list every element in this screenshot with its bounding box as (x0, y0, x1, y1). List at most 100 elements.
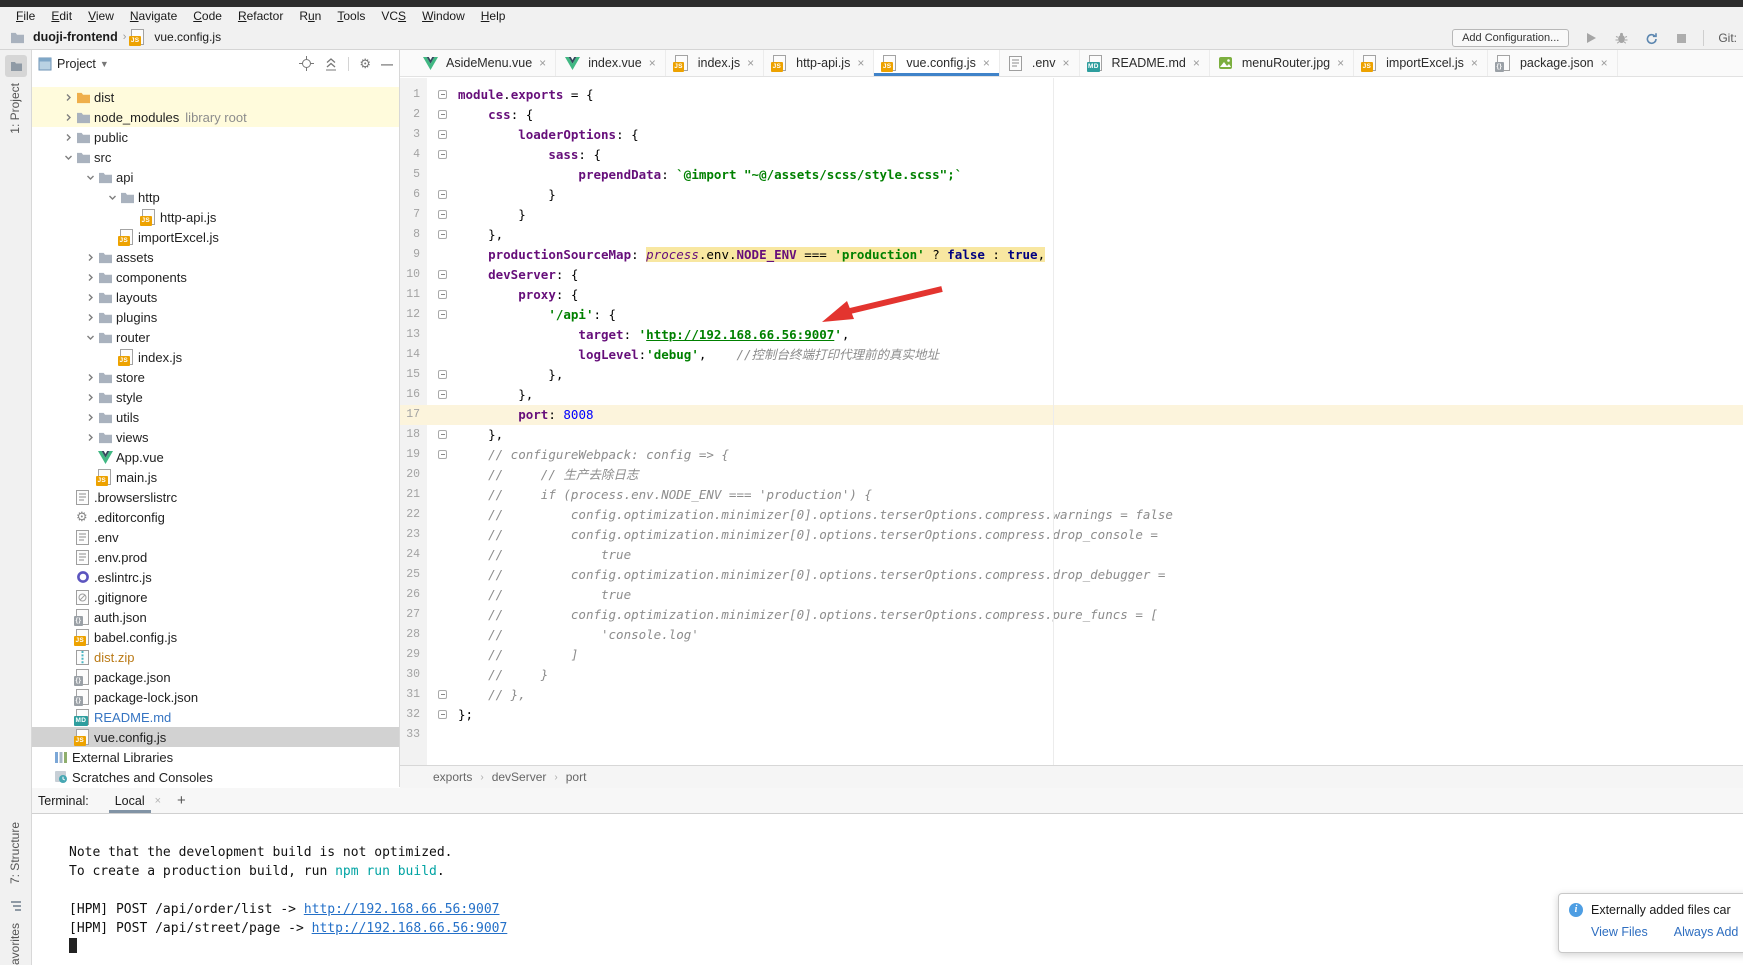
chevron-expanded-icon[interactable] (60, 152, 76, 163)
fold-marker-icon[interactable] (438, 310, 447, 319)
run-icon[interactable] (1583, 30, 1599, 46)
terminal-tab-close-icon[interactable]: × (155, 795, 161, 807)
fold-marker-icon[interactable] (438, 90, 447, 99)
terminal-tab-local[interactable]: Local (113, 788, 149, 813)
terminal-link[interactable]: http://192.168.66.56:9007 (304, 902, 500, 917)
chevron-expanded-icon[interactable] (82, 172, 98, 183)
code-line-22[interactable]: 22 // config.optimization.minimizer[0].o… (400, 505, 1743, 525)
tree-item-api[interactable]: api (32, 167, 399, 187)
fold-marker-icon[interactable] (438, 370, 447, 379)
fold-marker-icon[interactable] (438, 110, 447, 119)
chevron-collapsed-icon[interactable] (82, 312, 98, 323)
panel-title[interactable]: Project (57, 57, 96, 71)
chevron-collapsed-icon[interactable] (82, 392, 98, 403)
tree-item-scratches-and-consoles[interactable]: Scratches and Consoles (32, 767, 399, 787)
code-line-17[interactable]: 17 port: 8008 (400, 405, 1743, 425)
fold-marker-icon[interactable] (438, 450, 447, 459)
editor-tab-vue-config-js[interactable]: JSvue.config.js× (874, 50, 1000, 76)
chevron-collapsed-icon[interactable] (60, 112, 76, 123)
tree-item-package-lock-json[interactable]: {}package-lock.json (32, 687, 399, 707)
tree-item-auth-json[interactable]: {}auth.json (32, 607, 399, 627)
code-line-32[interactable]: 32}; (400, 705, 1743, 725)
git-branch-widget[interactable]: Git: (1718, 31, 1737, 45)
menu-navigate[interactable]: Navigate (122, 7, 185, 26)
menu-code[interactable]: Code (185, 7, 230, 26)
tree-item-index-js[interactable]: JSindex.js (32, 347, 399, 367)
close-tab-icon[interactable]: × (649, 56, 656, 70)
tree-item-readme-md[interactable]: MDREADME.md (32, 707, 399, 727)
chevron-collapsed-icon[interactable] (60, 92, 76, 103)
tree-item-http-api-js[interactable]: JShttp-api.js (32, 207, 399, 227)
tree-item-main-js[interactable]: JSmain.js (32, 467, 399, 487)
chevron-expanded-icon[interactable] (82, 332, 98, 343)
notification-action-always-add[interactable]: Always Add (1674, 925, 1739, 939)
tree-item-store[interactable]: store (32, 367, 399, 387)
code-line-4[interactable]: 4 sass: { (400, 145, 1743, 165)
chevron-down-icon[interactable]: ▼ (100, 59, 109, 69)
code-line-3[interactable]: 3 loaderOptions: { (400, 125, 1743, 145)
code-line-10[interactable]: 10 devServer: { (400, 265, 1743, 285)
tree-item-gitignore[interactable]: .gitignore (32, 587, 399, 607)
code-line-29[interactable]: 29 // ] (400, 645, 1743, 665)
code-line-27[interactable]: 27 // config.optimization.minimizer[0].o… (400, 605, 1743, 625)
menu-refactor[interactable]: Refactor (230, 7, 291, 26)
structure-tool-icon[interactable] (5, 895, 27, 917)
close-tab-icon[interactable]: × (539, 56, 546, 70)
menu-view[interactable]: View (80, 7, 122, 26)
editor-tab-importexcel-js[interactable]: JSimportExcel.js× (1354, 50, 1488, 76)
code-line-9[interactable]: 9 productionSourceMap: process.env.NODE_… (400, 245, 1743, 265)
chevron-collapsed-icon[interactable] (82, 432, 98, 443)
stripe-label-structure[interactable]: 7: Structure (8, 822, 22, 884)
code-line-2[interactable]: 2 css: { (400, 105, 1743, 125)
code-line-6[interactable]: 6 } (400, 185, 1743, 205)
tree-item-layouts[interactable]: layouts (32, 287, 399, 307)
breadcrumb-project[interactable]: duoji-frontend (33, 30, 118, 44)
chevron-expanded-icon[interactable] (104, 192, 120, 203)
close-tab-icon[interactable]: × (857, 56, 864, 70)
code-line-12[interactable]: 12 '/api': { (400, 305, 1743, 325)
tree-item-eslintrc-js[interactable]: .eslintrc.js (32, 567, 399, 587)
tree-item-babel-config-js[interactable]: JSbabel.config.js (32, 627, 399, 647)
breadcrumb-file[interactable]: vue.config.js (154, 30, 221, 44)
close-tab-icon[interactable]: × (983, 56, 990, 70)
menu-run[interactable]: Run (291, 7, 329, 26)
terminal-link[interactable]: http://192.168.66.56:9007 (312, 921, 508, 936)
code-line-23[interactable]: 23 // config.optimization.minimizer[0].o… (400, 525, 1743, 545)
code-line-19[interactable]: 19 // configureWebpack: config => { (400, 445, 1743, 465)
tree-item-node-modules[interactable]: node_moduleslibrary root (32, 107, 399, 127)
locate-file-icon[interactable] (299, 56, 314, 71)
stripe-label-project[interactable]: 1: Project (8, 83, 22, 134)
tree-item-app-vue[interactable]: App.vue (32, 447, 399, 467)
editor-breadcrumb-port[interactable]: port (566, 770, 587, 784)
code-line-15[interactable]: 15 }, (400, 365, 1743, 385)
close-tab-icon[interactable]: × (1337, 56, 1344, 70)
collapse-all-icon[interactable] (324, 57, 338, 71)
close-tab-icon[interactable]: × (1062, 56, 1069, 70)
tree-item-package-json[interactable]: {}package.json (32, 667, 399, 687)
tree-item-importexcel-js[interactable]: JSimportExcel.js (32, 227, 399, 247)
menu-vcs[interactable]: VCS (373, 7, 414, 26)
editor-tab-http-api-js[interactable]: JShttp-api.js× (764, 50, 874, 76)
fold-marker-icon[interactable] (438, 390, 447, 399)
code-line-7[interactable]: 7 } (400, 205, 1743, 225)
fold-marker-icon[interactable] (438, 710, 447, 719)
code-line-8[interactable]: 8 }, (400, 225, 1743, 245)
tree-item-plugins[interactable]: plugins (32, 307, 399, 327)
tree-item-env-prod[interactable]: .env.prod (32, 547, 399, 567)
update-project-icon[interactable] (1643, 30, 1659, 46)
tree-item-style[interactable]: style (32, 387, 399, 407)
code-line-14[interactable]: 14 logLevel:'debug', //控制台终端打印代理前的真实地址 (400, 345, 1743, 365)
code-line-20[interactable]: 20 // // 生产去除日志 (400, 465, 1743, 485)
terminal-output[interactable]: Note that the development build is not o… (32, 814, 1743, 965)
editor-tab-asidemenu-vue[interactable]: AsideMenu.vue× (414, 50, 556, 76)
notification-action-view-files[interactable]: View Files (1591, 925, 1648, 939)
menu-window[interactable]: Window (414, 7, 473, 26)
menu-file[interactable]: File (8, 7, 43, 26)
chevron-collapsed-icon[interactable] (82, 292, 98, 303)
tree-item-browserslistrc[interactable]: .browserslistrc (32, 487, 399, 507)
close-tab-icon[interactable]: × (1193, 56, 1200, 70)
tree-item-components[interactable]: components (32, 267, 399, 287)
tree-item-vue-config-js[interactable]: JSvue.config.js (32, 727, 399, 747)
fold-marker-icon[interactable] (438, 690, 447, 699)
code-line-11[interactable]: 11 proxy: { (400, 285, 1743, 305)
